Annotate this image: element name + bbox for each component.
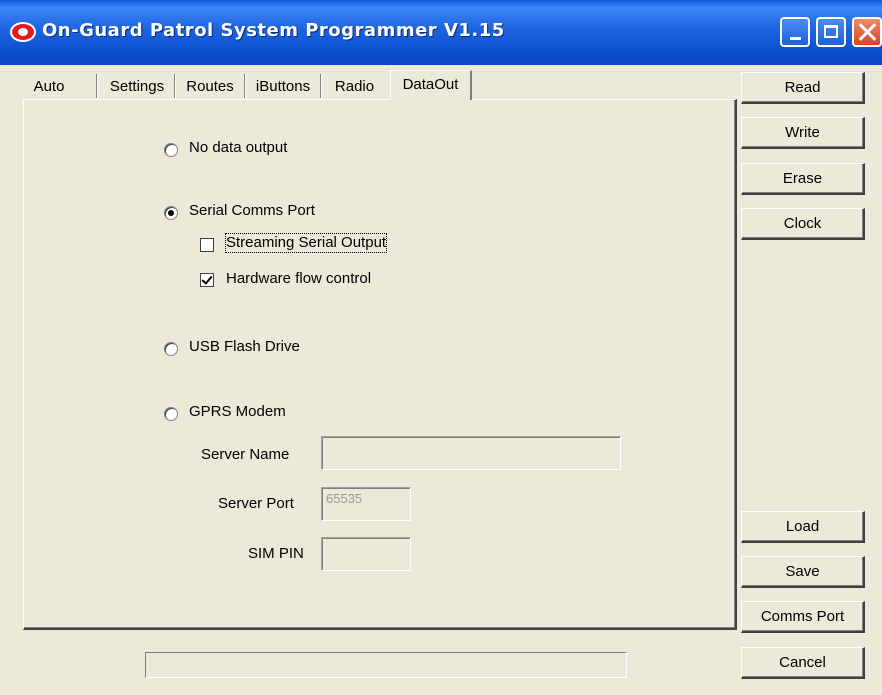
- tab-separator: [96, 74, 98, 98]
- usb-flash-radio[interactable]: [164, 342, 178, 356]
- clock-button[interactable]: Clock: [741, 208, 865, 240]
- tab-settings[interactable]: Settings: [103, 74, 171, 99]
- read-button[interactable]: Read: [741, 72, 865, 104]
- tab-separator: [320, 74, 322, 98]
- close-icon[interactable]: [852, 17, 882, 47]
- tab-ibuttons[interactable]: iButtons: [249, 74, 317, 99]
- window-title: On-Guard Patrol System Programmer V1.15: [42, 20, 505, 41]
- serial-port-radio[interactable]: [164, 206, 178, 220]
- flow-control-checkbox[interactable]: [200, 273, 214, 287]
- serial-port-label[interactable]: Serial Comms Port: [189, 202, 315, 220]
- cancel-button[interactable]: Cancel: [741, 647, 865, 679]
- gprs-modem-label[interactable]: GPRS Modem: [189, 403, 286, 421]
- sim-pin-label: SIM PIN: [248, 545, 304, 562]
- tab-radio[interactable]: Radio: [327, 74, 382, 99]
- tab-auto[interactable]: Auto: [28, 74, 70, 99]
- load-button[interactable]: Load: [741, 511, 865, 543]
- comms-port-button[interactable]: Comms Port: [741, 601, 865, 633]
- on-guard-app-icon[interactable]: [10, 22, 36, 42]
- tab-routes[interactable]: Routes: [179, 74, 241, 99]
- maximize-icon[interactable]: [816, 17, 846, 47]
- minimize-icon[interactable]: [780, 17, 810, 47]
- tab-separator: [174, 74, 176, 98]
- no-output-radio[interactable]: [164, 143, 178, 157]
- flow-control-label[interactable]: Hardware flow control: [226, 270, 371, 288]
- write-button[interactable]: Write: [741, 117, 865, 149]
- server-name-label: Server Name: [201, 446, 290, 463]
- erase-button[interactable]: Erase: [741, 163, 865, 195]
- streaming-serial-label[interactable]: Streaming Serial Output: [224, 233, 388, 253]
- save-button[interactable]: Save: [741, 556, 865, 588]
- status-bar: [145, 652, 627, 678]
- gprs-modem-radio[interactable]: [164, 407, 178, 421]
- tab-dataout[interactable]: DataOut: [390, 70, 472, 100]
- server-port-label: Server Port: [218, 495, 294, 512]
- streaming-serial-checkbox[interactable]: [200, 238, 214, 252]
- title-bar[interactable]: On-Guard Patrol System Programmer V1.15: [0, 0, 882, 65]
- server-port-field[interactable]: 65535: [321, 487, 411, 521]
- usb-flash-label[interactable]: USB Flash Drive: [189, 338, 300, 356]
- tab-separator: [244, 74, 246, 98]
- sim-pin-field[interactable]: [321, 537, 411, 571]
- no-output-label[interactable]: No data output: [189, 139, 287, 157]
- server-name-field[interactable]: [321, 436, 621, 470]
